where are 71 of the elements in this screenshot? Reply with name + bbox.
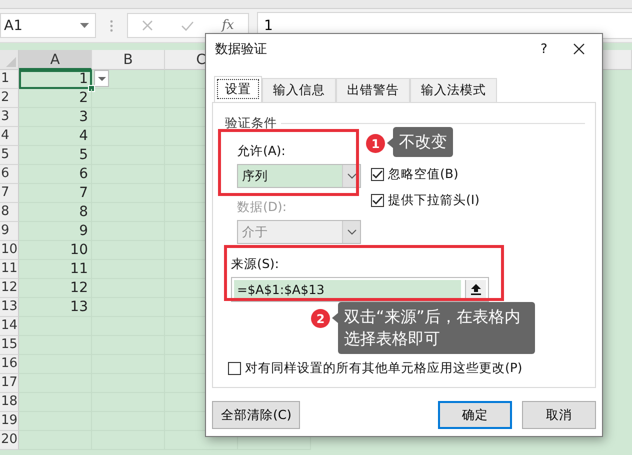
row-header[interactable]: 8: [0, 203, 19, 222]
table-cell: 8: [19, 203, 92, 222]
row-header[interactable]: 10: [0, 241, 19, 260]
checkbox-label: 对有同样设置的所有其他单元格应用这些更改(P): [245, 360, 522, 377]
checkbox[interactable]: [228, 362, 241, 375]
table-cell: 4: [19, 127, 92, 146]
tab[interactable]: 输入法模式: [410, 78, 497, 102]
chevron-down-icon: [346, 173, 356, 179]
table-cell: 6: [19, 165, 92, 184]
row-header[interactable]: 2: [0, 89, 19, 108]
row-header[interactable]: 1: [0, 70, 19, 89]
column-header[interactable]: B: [92, 50, 165, 70]
dropdown-icon: [80, 23, 89, 28]
collapse-dialog-button[interactable]: [465, 280, 486, 299]
table-cell: 10: [19, 241, 92, 260]
insert-function-button[interactable]: fx: [222, 18, 234, 33]
row-header[interactable]: 4: [0, 127, 19, 146]
allow-label: 允许(A):: [237, 143, 287, 160]
upload-arrow-icon: [471, 284, 481, 295]
row-header[interactable]: 13: [0, 298, 19, 317]
table-cell: 7: [19, 184, 92, 203]
dialog-button[interactable]: 全部清除(C): [212, 401, 300, 429]
check-icon[interactable]: [180, 20, 194, 30]
checkbox-label: 提供下拉箭头(I): [388, 192, 480, 209]
row-header[interactable]: 14: [0, 317, 19, 336]
fill-handle[interactable]: [88, 85, 95, 92]
table-cell: 1: [19, 70, 92, 89]
data-label: 数据(D):: [237, 199, 288, 216]
tab[interactable]: 输入信息: [262, 78, 336, 102]
row-header[interactable]: 3: [0, 108, 19, 127]
table-cell: 2: [19, 89, 92, 108]
row-header[interactable]: 16: [0, 355, 19, 374]
source-label: 来源(S):: [230, 256, 280, 273]
callout-tooltip: 双击“来源”后，在表格内选择表格即可: [338, 302, 535, 354]
column-header[interactable]: A: [19, 50, 92, 70]
table-cell: 11: [19, 260, 92, 279]
row-header[interactable]: 19: [0, 412, 19, 431]
table-cell: 3: [19, 108, 92, 127]
row-header[interactable]: 11: [0, 260, 19, 279]
triangle-icon: [6, 57, 16, 67]
allow-dropdown[interactable]: 序列: [237, 164, 361, 188]
source-field[interactable]: =$A$1:$A$13: [231, 277, 489, 302]
checkbox-label: 忽略空值(B): [388, 166, 458, 183]
list-dropdown-button[interactable]: [94, 70, 109, 87]
chevron-down-icon: [346, 229, 356, 235]
name-box[interactable]: A1: [0, 13, 96, 38]
table-cell: 13: [19, 298, 92, 317]
dropdown-arrow-icon: [98, 76, 106, 80]
row-header[interactable]: 18: [0, 393, 19, 412]
dialog-button[interactable]: 确定: [438, 401, 512, 429]
row-header[interactable]: 9: [0, 222, 19, 241]
table-cell: 9: [19, 222, 92, 241]
row-header[interactable]: 20: [0, 431, 19, 450]
tab[interactable]: 出错警告: [336, 78, 410, 102]
row-header[interactable]: 17: [0, 374, 19, 393]
dialog-button[interactable]: 取消: [522, 401, 596, 429]
checkbox[interactable]: [371, 194, 384, 207]
row-header[interactable]: 5: [0, 146, 19, 165]
close-icon[interactable]: [573, 43, 585, 55]
row-header[interactable]: 12: [0, 279, 19, 298]
row-header[interactable]: 7: [0, 184, 19, 203]
help-button[interactable]: ?: [529, 42, 559, 56]
tab[interactable]: 设置: [214, 76, 262, 102]
row-header[interactable]: 6: [0, 165, 19, 184]
group-title: 验证条件: [225, 115, 277, 132]
grip-icon: [110, 20, 113, 32]
row-header[interactable]: 15: [0, 336, 19, 355]
table-cell: 5: [19, 146, 92, 165]
checkbox[interactable]: [371, 168, 384, 181]
callout-tooltip: 不改变: [393, 127, 453, 157]
table-cell: 12: [19, 279, 92, 298]
